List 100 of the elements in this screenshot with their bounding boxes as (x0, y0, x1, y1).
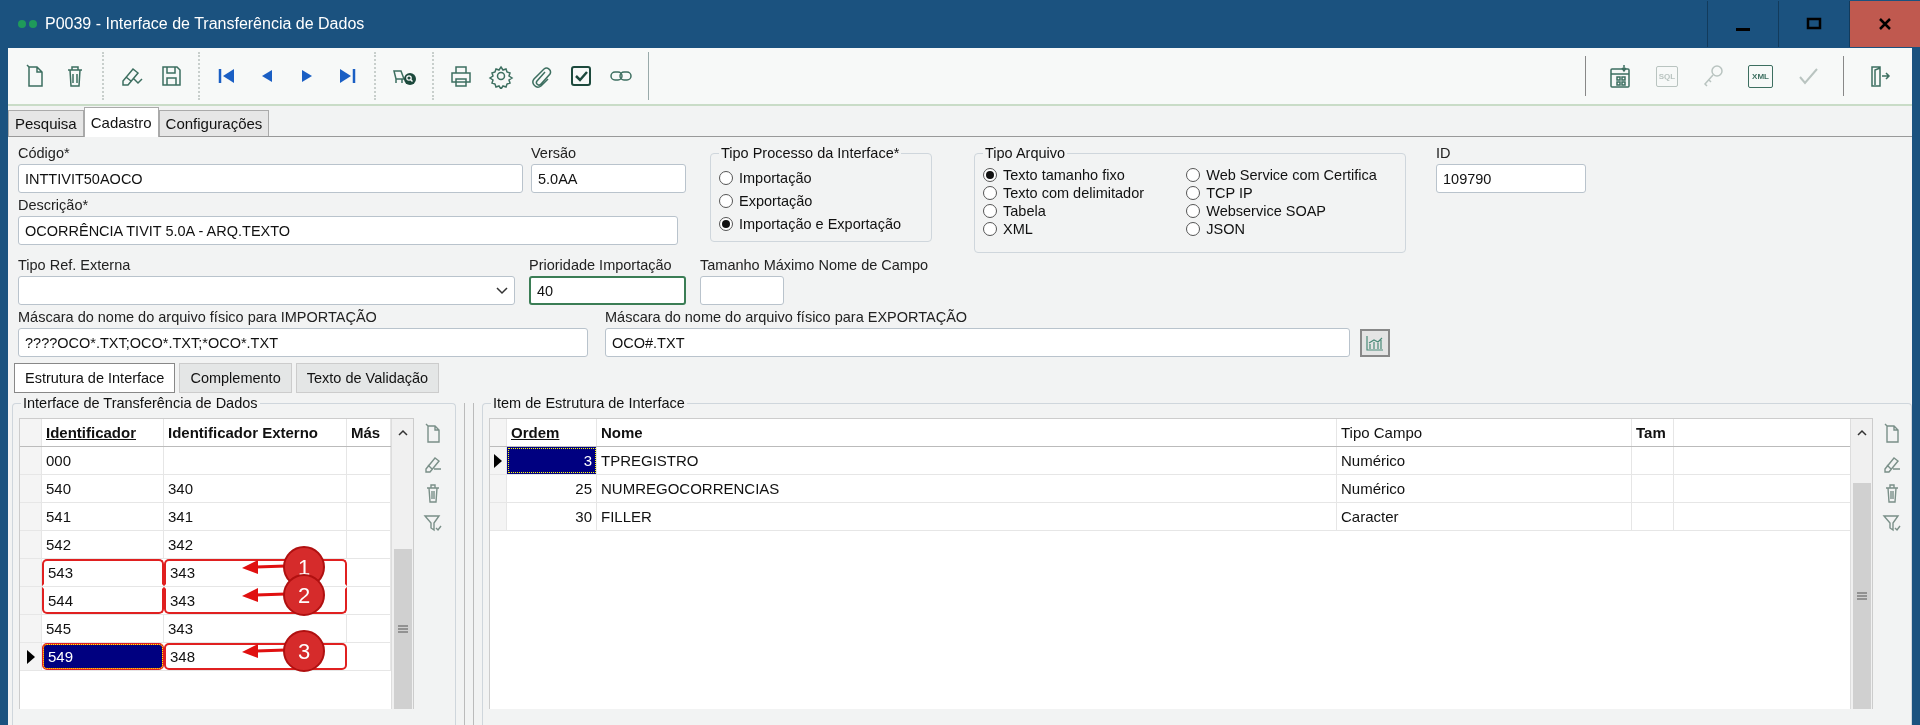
window-title: P0039 - Interface de Transferência de Dados (45, 15, 366, 33)
radio-label: Exportação (739, 192, 813, 209)
column-header[interactable]: Ordem (507, 419, 597, 446)
printer-icon[interactable] (448, 63, 474, 89)
radio-button[interactable] (719, 216, 733, 231)
table-cell: 540 (42, 475, 164, 502)
table-cell: 542 (42, 531, 164, 558)
minimize-icon (1736, 27, 1750, 31)
table-cell: 544 (42, 587, 164, 614)
radio-label: TCP IP (1206, 185, 1253, 201)
panel-title: Item de Estrutura de Interface (491, 395, 687, 411)
panel-title: Interface de Transferência de Dados (21, 395, 260, 411)
field-label: Tamanho Máximo Nome de Campo (700, 257, 929, 275)
radio-label: Importação (739, 169, 812, 186)
table-cell: 25 (507, 475, 597, 502)
priority-field[interactable]: 40 (529, 276, 686, 305)
column-header[interactable]: Tam (1632, 419, 1674, 446)
radio-label: XML (1003, 221, 1033, 237)
table-cell: Numérico (1337, 475, 1632, 502)
description-field[interactable]: OCORRÊNCIA TIVIT 5.0A - ARQ.TEXTO (18, 216, 678, 245)
field-label: Máscara do nome do arquivo físico para IMPORTAÇÃO (18, 309, 378, 327)
callout: 3 (242, 629, 326, 673)
row-selector[interactable] (20, 643, 42, 670)
field-label: Código* (18, 145, 71, 163)
field-label: Tipo Ref. Externa (18, 257, 132, 275)
tab[interactable]: Estrutura de Interface (14, 363, 176, 393)
row-selector[interactable] (490, 447, 507, 474)
version-field[interactable]: 5.0AA (531, 164, 686, 193)
new-record-icon[interactable] (1882, 422, 1902, 444)
code-field[interactable]: INTTIVIT50AOCO (18, 164, 523, 193)
table-cell: Numérico (1337, 447, 1632, 474)
tab[interactable]: Cadastro (83, 107, 159, 137)
field-label: Descrição* (18, 197, 90, 215)
export-mask-field[interactable]: OCO#.TXT (605, 328, 1350, 357)
filter-icon[interactable] (423, 512, 443, 534)
radio-label: Importação e Exportação (739, 215, 901, 232)
grip-icon (396, 624, 409, 634)
table-cell: TPREGISTRO (597, 447, 1337, 474)
table-cell: FILLER (597, 503, 1337, 530)
tab[interactable]: Complemento (179, 363, 292, 393)
radio-button[interactable] (983, 222, 997, 236)
table-cell: 000 (42, 447, 164, 474)
radio-label: JSON (1206, 221, 1245, 237)
radio-button[interactable] (1186, 168, 1201, 182)
column-header[interactable]: Identificador Externo (164, 419, 347, 446)
scrollbar[interactable] (1850, 419, 1872, 709)
row-pointer-icon (494, 453, 502, 468)
table-cell: 549 (42, 643, 164, 670)
chevron-down-icon (496, 286, 508, 295)
filter-icon[interactable] (1882, 512, 1902, 534)
tab[interactable]: Configurações (158, 110, 270, 136)
chart-button[interactable] (1360, 329, 1390, 357)
field-label: Prioridade Importação (529, 257, 673, 275)
column-header[interactable]: Nome (597, 419, 1337, 446)
table-cell: 541 (42, 503, 164, 530)
import-mask-field[interactable]: ????OCO*.TXT;OCO*.TXT;*OCO*.TXT (18, 328, 588, 357)
tab[interactable]: Pesquisa (8, 110, 84, 136)
radio-label: Texto com delimitador (1003, 185, 1145, 201)
status-dot (18, 20, 26, 28)
table-cell: 341 (164, 503, 347, 530)
field-label: Versão (531, 145, 578, 163)
table-cell: 3 (507, 447, 597, 474)
row-pointer-icon (26, 649, 35, 664)
radio-label: Webservice SOAP (1206, 203, 1327, 219)
scroll-thumb[interactable] (393, 549, 412, 709)
table-cell: 545 (42, 615, 164, 642)
radio-label: Web Service com Certifica (1206, 167, 1377, 183)
radio-label: Texto tamanho fixo (1003, 167, 1125, 183)
field-label: Máscara do nome do arquivo físico para EXPORTAÇÃO (605, 309, 969, 327)
radio-button[interactable] (983, 204, 997, 218)
grip-icon (1855, 591, 1868, 602)
radio-button[interactable] (983, 186, 997, 200)
radio-button[interactable] (1186, 222, 1201, 236)
table-cell: 30 (507, 503, 597, 530)
radio-button[interactable] (1186, 204, 1201, 218)
group-title: Tipo Processo da Interface* (719, 145, 902, 161)
radio-button[interactable] (983, 168, 997, 182)
tab[interactable]: Texto de Validação (295, 363, 440, 393)
column-header[interactable]: Identificador (42, 419, 164, 446)
field-label: ID (1436, 145, 1452, 163)
max-size-field[interactable] (700, 276, 784, 305)
checkbox-icon[interactable] (568, 63, 594, 89)
settings-icon[interactable] (488, 63, 514, 89)
scroll-thumb[interactable] (1852, 483, 1871, 709)
group-title: Tipo Arquivo (983, 145, 1068, 161)
radio-button[interactable] (719, 193, 733, 208)
status-dot (29, 20, 37, 28)
close-button[interactable] (1849, 1, 1920, 47)
radio-button[interactable] (719, 170, 733, 185)
id-field[interactable]: 109790 (1436, 164, 1586, 193)
bar-chart-icon (1366, 335, 1384, 351)
xml-export-icon[interactable]: XML (1748, 64, 1773, 88)
table-cell: 340 (164, 475, 347, 502)
radio-button[interactable] (1186, 186, 1201, 200)
table-cell: 543 (42, 559, 164, 586)
table-cell: Caracter (1337, 503, 1632, 530)
scrollbar[interactable] (391, 419, 413, 709)
column-header[interactable]: Tipo Campo (1337, 419, 1632, 446)
radio-label: Tabela (1003, 203, 1046, 219)
new-record-icon[interactable] (423, 422, 443, 444)
